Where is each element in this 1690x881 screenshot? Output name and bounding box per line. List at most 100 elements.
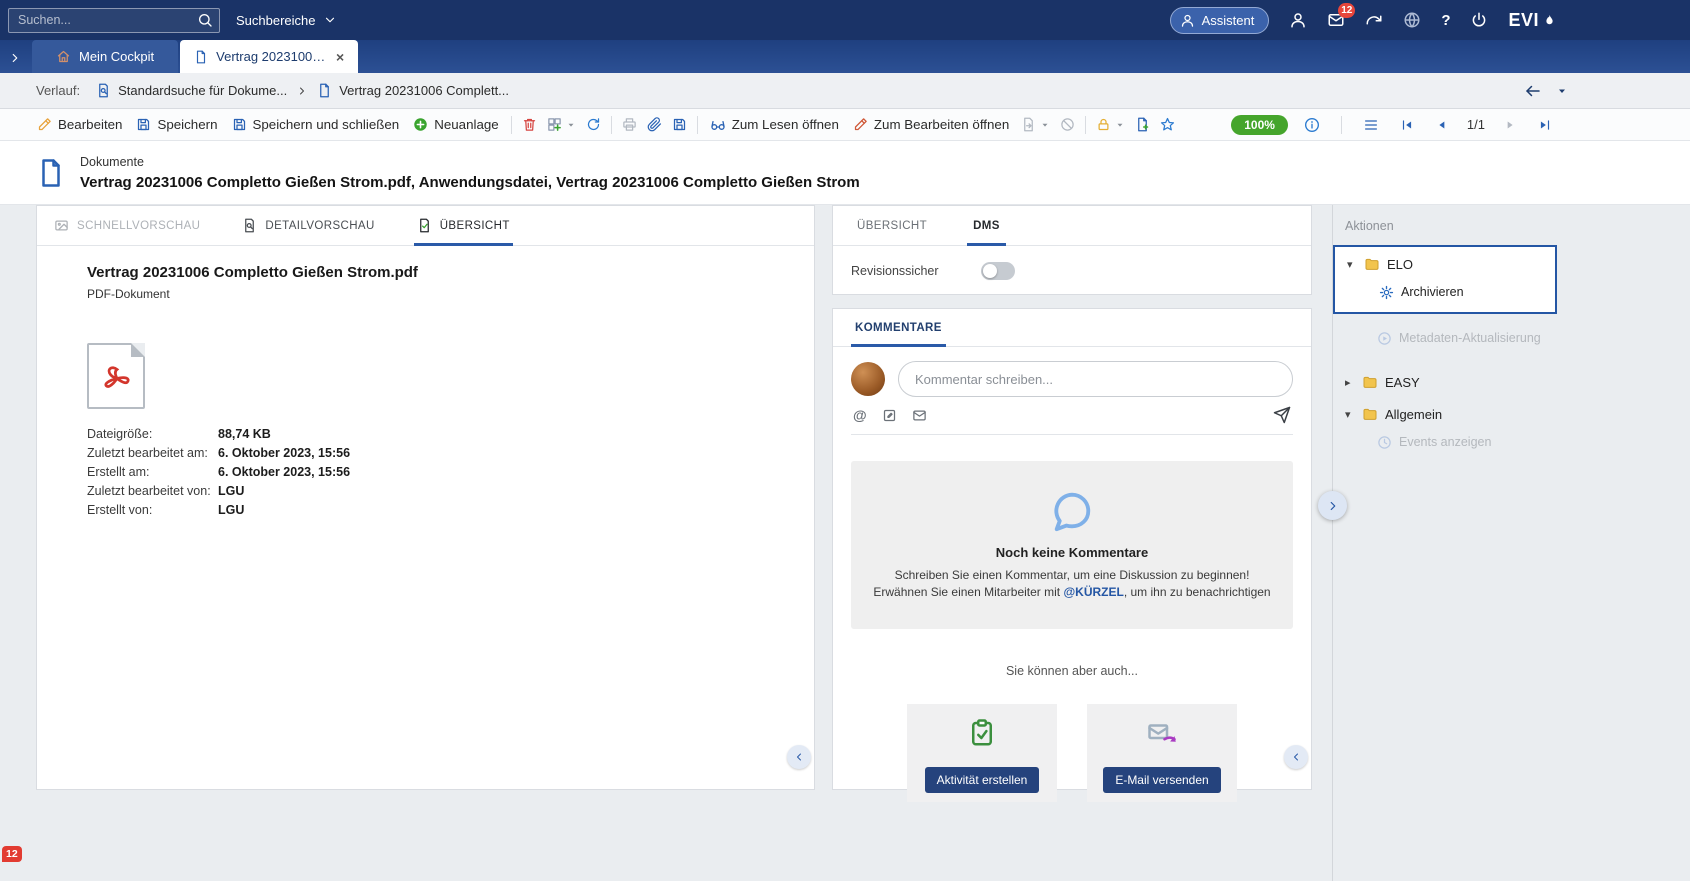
document-icon (317, 83, 332, 98)
new-entry-button[interactable]: Neuanlage (406, 112, 505, 138)
tab-dms[interactable]: DMS (967, 206, 1006, 245)
floppy-icon (136, 117, 151, 132)
send-icon (1273, 406, 1291, 424)
email-comment-button[interactable] (912, 408, 927, 423)
toolbar-separator (1085, 116, 1086, 134)
actions-title: Aktionen (1345, 219, 1690, 233)
save-button[interactable]: Speichern (129, 112, 224, 138)
help-button[interactable]: ? (1441, 12, 1450, 29)
lock-button[interactable] (1091, 112, 1130, 138)
tab-document-active[interactable]: Vertrag 20231006 C... × (180, 40, 358, 73)
discard-button[interactable] (1055, 112, 1080, 138)
tree-item-archivieren[interactable]: Archivieren (1335, 278, 1555, 306)
comment-input[interactable] (898, 361, 1293, 397)
nav-previous-icon (1435, 118, 1449, 132)
tree-item-allgemein[interactable]: ▾ Allgemein (1333, 400, 1690, 428)
previous-page-button[interactable] (1430, 112, 1454, 138)
edit-button[interactable]: Bearbeiten (30, 112, 129, 138)
tree-item-easy-label: EASY (1385, 375, 1420, 390)
search-scope-button[interactable]: Suchbereiche (236, 13, 337, 28)
actions-gap (1333, 314, 1690, 324)
document-plus-icon (1135, 117, 1150, 132)
collapse-comments-panel-button[interactable] (1284, 745, 1308, 769)
tab-kommentare[interactable]: KOMMENTARE (851, 309, 946, 346)
refresh-button[interactable] (581, 112, 606, 138)
tab-mein-cockpit[interactable]: Mein Cockpit (32, 40, 178, 73)
search-input[interactable] (8, 8, 220, 33)
preview-body: Vertrag 20231006 Completto Gießen Strom.… (37, 246, 814, 520)
tree-item-events-label: Events anzeigen (1399, 435, 1491, 449)
open-edit-button[interactable]: Zum Bearbeiten öffnen (846, 112, 1016, 138)
open-read-button[interactable]: Zum Lesen öffnen (703, 112, 846, 138)
info-button[interactable] (1299, 112, 1325, 138)
breadcrumb-item-document[interactable]: Vertrag 20231006 Complett... (317, 83, 509, 98)
last-page-button[interactable] (1533, 112, 1557, 138)
table-add-button[interactable] (542, 112, 581, 138)
caret-down-icon[interactable]: ▾ (1347, 258, 1357, 271)
globe-button[interactable] (1403, 11, 1421, 29)
save-and-close-button[interactable]: Speichern und schließen (225, 112, 407, 138)
next-page-button[interactable] (1498, 112, 1522, 138)
tree-item-events-anzeigen[interactable]: Events anzeigen (1333, 428, 1690, 456)
note-button[interactable] (882, 408, 897, 423)
favorite-button[interactable] (1155, 112, 1180, 138)
checkout-button[interactable] (1016, 112, 1055, 138)
zoom-badge[interactable]: 100% (1231, 115, 1288, 135)
grid-plus-icon (547, 117, 562, 132)
menu-button[interactable] (1358, 112, 1384, 138)
tree-item-metadaten-aktualisierung[interactable]: Metadaten-Aktualisierung (1333, 324, 1690, 352)
back-button[interactable] (1524, 82, 1542, 100)
actions-panel: Aktionen ▾ ELO Archivieren Metadaten-Akt… (1333, 205, 1690, 456)
expand-tabs-button[interactable] (8, 51, 22, 65)
tree-item-elo[interactable]: ▾ ELO (1335, 250, 1555, 278)
chevron-right-icon (8, 51, 22, 65)
comment-compose (833, 347, 1311, 397)
delete-button[interactable] (517, 112, 542, 138)
logout-button[interactable] (1470, 11, 1488, 29)
add-document-button[interactable] (1130, 112, 1155, 138)
clipboard-check-icon (967, 718, 997, 748)
send-email-button[interactable]: E-Mail versenden (1103, 767, 1220, 793)
document-header: Dokumente Vertrag 20231006 Completto Gie… (0, 141, 1690, 205)
attachment-button[interactable] (642, 112, 667, 138)
status-badge[interactable]: 12 (2, 846, 22, 862)
close-tab-button[interactable]: × (336, 50, 344, 64)
mention-example[interactable]: @KÜRZEL (1063, 585, 1123, 599)
create-activity-button[interactable]: Aktivität erstellen (925, 767, 1040, 793)
caret-down-icon[interactable]: ▾ (1345, 408, 1355, 421)
tab-schnellvorschau[interactable]: SCHNELLVORSCHAU (51, 206, 203, 245)
star-icon (1160, 117, 1175, 132)
tree-item-archivieren-label: Archivieren (1401, 285, 1464, 299)
breadcrumb-item-search[interactable]: Standardsuche für Dokume... (96, 83, 287, 98)
metadata-label: Zuletzt bearbeitet am: (87, 444, 218, 463)
notifications-button[interactable]: 12 (1327, 11, 1345, 29)
print-button[interactable] (617, 112, 642, 138)
document-page-icon (36, 154, 66, 192)
assistant-button[interactable]: Assistent (1170, 7, 1270, 34)
document-tab-label: Vertrag 20231006 C... (216, 49, 328, 64)
collapse-preview-panel-button[interactable] (787, 745, 811, 769)
tree-item-metadaten-label: Metadaten-Aktualisierung (1399, 331, 1541, 345)
user-profile-button[interactable] (1289, 11, 1307, 29)
tree-item-easy[interactable]: ▸ EASY (1333, 368, 1690, 396)
tab-dms-uebersicht[interactable]: ÜBERSICHT (851, 206, 933, 245)
send-comment-button[interactable] (1273, 406, 1291, 424)
caret-right-icon[interactable]: ▸ (1345, 376, 1355, 389)
tab-uebersicht[interactable]: ÜBERSICHT (414, 206, 513, 245)
trash-icon (522, 117, 537, 132)
tab-detailvorschau[interactable]: DETAILVORSCHAU (239, 206, 377, 245)
tab-detailvorschau-label: DETAILVORSCHAU (265, 220, 374, 232)
home-icon (56, 49, 71, 64)
save-copy-button[interactable] (667, 112, 692, 138)
paperclip-icon (647, 117, 662, 132)
first-page-button[interactable] (1395, 112, 1419, 138)
history-dropdown-button[interactable] (1556, 85, 1568, 97)
expand-panel-button[interactable] (1318, 491, 1347, 520)
arrow-left-icon (1524, 82, 1542, 100)
search-icon[interactable] (197, 12, 213, 28)
new-entry-label: Neuanlage (434, 117, 498, 132)
revisionssicher-toggle[interactable] (981, 262, 1015, 280)
forward-button[interactable] (1365, 11, 1383, 29)
tab-schnellvorschau-label: SCHNELLVORSCHAU (77, 220, 200, 232)
mention-button[interactable]: @ (853, 407, 867, 423)
